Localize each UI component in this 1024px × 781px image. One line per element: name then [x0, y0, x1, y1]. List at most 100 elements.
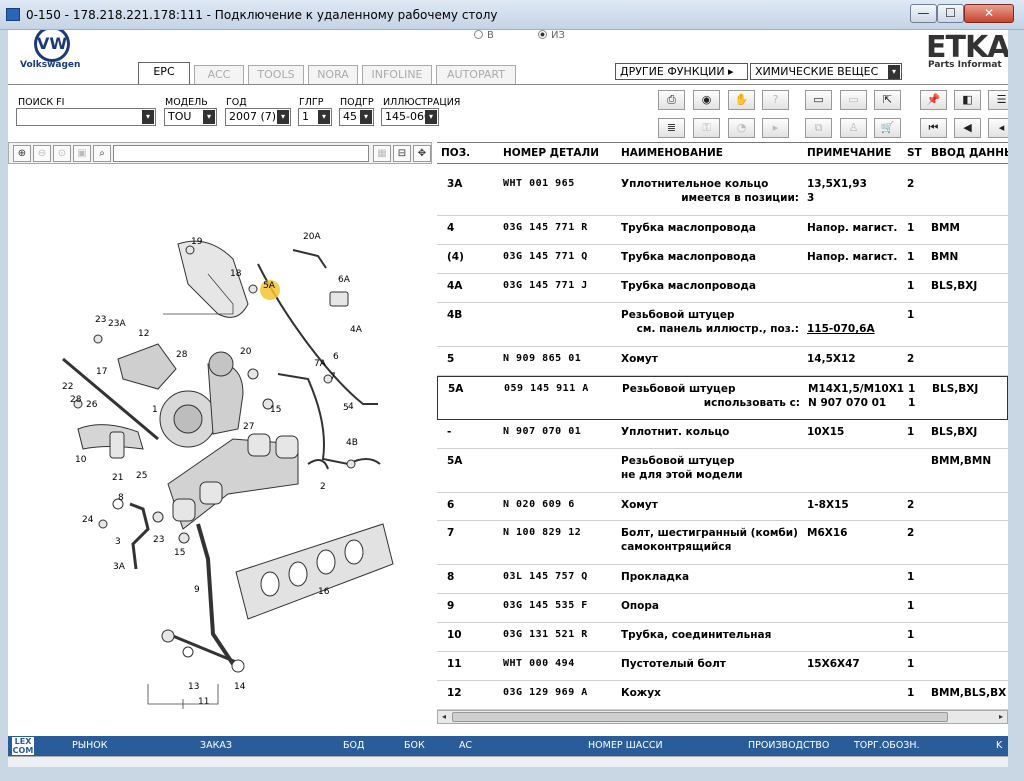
- table-row[interactable]: 3A WHT 001 965 Уплотнительное кольцо 13,5X1…: [437, 172, 1008, 216]
- scroll-thumb[interactable]: [452, 712, 948, 722]
- tab-tools[interactable]: TOOLS: [248, 65, 304, 84]
- chevron-down-icon[interactable]: ▾: [203, 110, 215, 124]
- callout-label[interactable]: 1: [152, 405, 158, 415]
- dealer-icon[interactable]: ▭: [840, 90, 867, 110]
- callout-label[interactable]: 14: [234, 682, 246, 692]
- callout-label[interactable]: 7A: [314, 359, 327, 369]
- callout-label[interactable]: 23A: [108, 319, 126, 329]
- callout-label[interactable]: 8: [118, 493, 124, 503]
- callout-label[interactable]: 4: [348, 402, 354, 412]
- tab-autopart[interactable]: AUTOPART: [436, 65, 516, 84]
- col-part-header[interactable]: НОМЕР ДЕТАЛИ: [503, 147, 599, 159]
- table-row[interactable]: 5A Резьбовой штуцер BMM,BMN не для этой мод…: [437, 449, 1008, 493]
- table-row[interactable]: 9 03G 145 535 F Опора 1: [437, 594, 1008, 623]
- callout-label[interactable]: 6: [333, 352, 339, 362]
- callout-label[interactable]: 20: [240, 347, 252, 357]
- callout-label[interactable]: 28: [70, 395, 82, 405]
- callout-label[interactable]: 7: [330, 372, 336, 382]
- col-pos-header[interactable]: ПОЗ.: [441, 147, 470, 159]
- help-icon[interactable]: ?: [762, 90, 789, 110]
- elsa-icon[interactable]: ▭: [805, 90, 832, 110]
- chevron-down-icon[interactable]: ▾: [142, 110, 154, 124]
- ug-select[interactable]: 45 ▾: [339, 108, 374, 126]
- callout-label[interactable]: 6A: [338, 275, 351, 285]
- col-st-header[interactable]: ST: [907, 147, 922, 159]
- split-view-icon[interactable]: ⊟: [393, 145, 411, 162]
- callout-label[interactable]: 27: [243, 422, 254, 432]
- callout-label[interactable]: 10: [75, 455, 87, 465]
- table-row[interactable]: 10 03G 131 521 R Трубка, соединительная 1: [437, 623, 1008, 652]
- table-row[interactable]: 4 03G 145 771 R Трубка маслопровода Напор. …: [437, 216, 1008, 245]
- callout-label[interactable]: 25: [136, 471, 147, 481]
- search-fi-select[interactable]: ▾: [16, 108, 156, 126]
- model-select[interactable]: TOU ▾: [164, 108, 217, 126]
- col-name-header[interactable]: НАИМЕНОВАНИЕ: [621, 147, 723, 159]
- window-horizontal-scrollbar[interactable]: [8, 756, 1008, 767]
- callout-label[interactable]: 23: [153, 535, 164, 545]
- table-row[interactable]: 6 N 020 609 6 Хомут 1-8X15 2: [437, 493, 1008, 521]
- callout-label[interactable]: 3: [115, 537, 121, 547]
- col-input-header[interactable]: ВВОД ДАННЫ: [931, 147, 1008, 159]
- table-row[interactable]: 5 N 909 865 01 Хомут 14,5X12 2: [437, 347, 1008, 376]
- callout-label[interactable]: 15: [174, 548, 185, 558]
- chevron-down-icon[interactable]: ▾: [425, 110, 437, 124]
- back-list-icon[interactable]: ◧: [954, 90, 981, 110]
- table-row[interactable]: 4B Резьбовой штуцер 1 см. панель иллюстр., …: [437, 303, 1008, 347]
- cart-icon[interactable]: 🛒: [874, 118, 901, 138]
- callout-label[interactable]: 22: [62, 382, 73, 392]
- callout-label[interactable]: 16: [318, 587, 330, 597]
- callout-label[interactable]: 23: [95, 315, 106, 325]
- chemicals-select[interactable]: ХИМИЧЕСКИЕ ВЕЩЕС ▾: [750, 63, 902, 80]
- table-row[interactable]: 4A 03G 145 771 J Трубка маслопровода 1 BLS,B…: [437, 274, 1008, 303]
- chevron-down-icon[interactable]: ▾: [277, 110, 289, 124]
- table-horizontal-scrollbar[interactable]: ◂ ▸: [437, 710, 1008, 724]
- callout-label[interactable]: 5A: [263, 281, 276, 291]
- parts-illustration[interactable]: 19 20A 18 5A 6A 23 23A 12 20 28 4A 7A 6 7 17 5 22 28 26 1 15…: [8, 164, 432, 736]
- document-icon[interactable]: ≣: [658, 118, 685, 138]
- table-row[interactable]: 12 03G 129 969 A Кожух 1 BMM,BLS,BX: [437, 681, 1008, 710]
- callout-label[interactable]: 3A: [113, 562, 126, 572]
- export-icon[interactable]: ⇱: [874, 90, 901, 110]
- scroll-right-icon[interactable]: ▸: [995, 711, 1007, 723]
- callout-label[interactable]: 2: [320, 482, 326, 492]
- search-icon[interactable]: ⌕: [93, 145, 111, 162]
- table-row[interactable]: 11 WHT 000 494 Пустотелый болт 15X6X47 1: [437, 652, 1008, 681]
- other-functions-menu[interactable]: ДРУГИЕ ФУНКЦИИ ▸: [615, 63, 748, 80]
- table-row[interactable]: 7 N 100 829 12 Болт, шестигранный (комби) M…: [437, 521, 1008, 565]
- network-icon[interactable]: ⧉: [805, 118, 832, 138]
- illustration-link[interactable]: 115-070,6A: [807, 323, 875, 335]
- radio-v[interactable]: В: [474, 30, 494, 41]
- radio-iz[interactable]: ИЗ: [538, 30, 565, 41]
- callout-label[interactable]: 19: [191, 237, 203, 247]
- callout-label[interactable]: 26: [86, 400, 98, 410]
- chevron-down-icon[interactable]: ▾: [888, 65, 900, 79]
- table-row[interactable]: 5A 059 145 911 A Резьбовой штуцер M14X1,5/M…: [437, 376, 1008, 420]
- table-row[interactable]: 8 03L 145 757 Q Прокладка 1: [437, 565, 1008, 594]
- callout-label[interactable]: 18: [230, 269, 242, 279]
- callout-label[interactable]: 24: [82, 515, 94, 525]
- tab-infoline[interactable]: INFOLINE: [362, 65, 432, 84]
- tab-epc[interactable]: EPC: [138, 62, 190, 84]
- callout-label[interactable]: 9: [194, 585, 200, 595]
- handshake-icon[interactable]: ✋: [728, 90, 755, 110]
- callout-label[interactable]: 13: [188, 682, 199, 692]
- chevron-down-icon[interactable]: ▾: [318, 110, 330, 124]
- callout-label[interactable]: 20A: [303, 232, 321, 242]
- chevron-down-icon[interactable]: ▾: [360, 110, 372, 124]
- diagram-search-input[interactable]: [113, 145, 369, 162]
- tab-nora[interactable]: NORA: [308, 65, 358, 84]
- disc-icon[interactable]: ◉: [693, 90, 720, 110]
- table-row[interactable]: - N 907 070 01 Уплотнит. кольцо 10X15 1 BLS,B…: [437, 420, 1008, 449]
- callout-label[interactable]: 12: [138, 329, 149, 339]
- table-row[interactable]: (4) 03G 145 771 Q Трубка маслопровода Напор…: [437, 245, 1008, 274]
- play-icon[interactable]: ▸: [762, 118, 789, 138]
- illustration-select[interactable]: 145-060 ▾: [381, 108, 439, 126]
- next-page-icon[interactable]: ◂: [988, 118, 1008, 138]
- callout-label[interactable]: 15: [270, 405, 281, 415]
- pin-icon[interactable]: 📌: [920, 90, 947, 110]
- callout-label[interactable]: 4A: [350, 325, 363, 335]
- callout-label[interactable]: 17: [96, 367, 107, 377]
- scroll-left-icon[interactable]: ◂: [438, 711, 450, 723]
- key-icon[interactable]: ⚿: [693, 118, 720, 138]
- zoom-fit-icon[interactable]: ⊙: [53, 145, 71, 162]
